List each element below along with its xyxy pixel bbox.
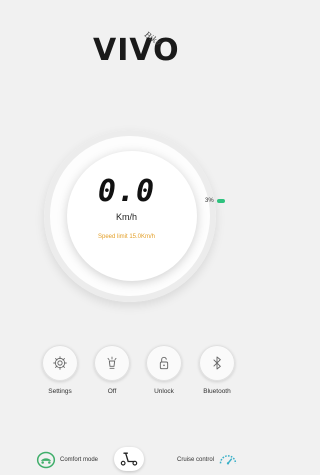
settings-control[interactable]: Settings [40,345,80,395]
scooter-button[interactable] [114,447,144,471]
gear-icon [53,356,67,370]
brand-name: VIVO [93,33,180,68]
battery-icon [216,199,225,203]
speed-limit-text: Speed limit 15.0Km/h [97,234,156,240]
battery-indicator: 3% [205,198,225,204]
bluetooth-control[interactable]: Bluetooth [197,345,237,395]
lock-control[interactable]: Unlock [144,345,184,395]
brand-logo: VIVO Bike [0,30,253,70]
unlock-label: Unlock [154,388,174,395]
light-control[interactable]: Off [92,345,132,395]
battery-percent: 3% [205,198,214,204]
unlock-button[interactable] [146,345,182,381]
lock-icon [159,356,169,370]
speed-gauge: 0.0 Km/h Speed limit 15.0Km/h 3% [0,118,253,302]
cruise-control-label[interactable]: Cruise control [177,457,214,463]
comfort-mode-icon[interactable] [36,450,56,470]
bluetooth-label: Bluetooth [203,388,231,395]
bluetooth-icon [213,356,221,370]
mode-bar: Comfort mode Cruise control [0,447,253,475]
light-label: Off [107,388,117,395]
control-bar: Settings Off Unlock Bluetooth [0,345,253,405]
light-icon [107,356,117,369]
comfort-mode-label[interactable]: Comfort mode [60,457,98,463]
light-off-button[interactable] [94,345,130,381]
bluetooth-button[interactable] [199,345,235,381]
speed-unit: Km/h [115,212,137,222]
cruise-control-icon[interactable] [218,450,238,470]
scooter-icon [120,452,138,466]
settings-label: Settings [48,388,72,395]
settings-button[interactable] [42,345,78,381]
